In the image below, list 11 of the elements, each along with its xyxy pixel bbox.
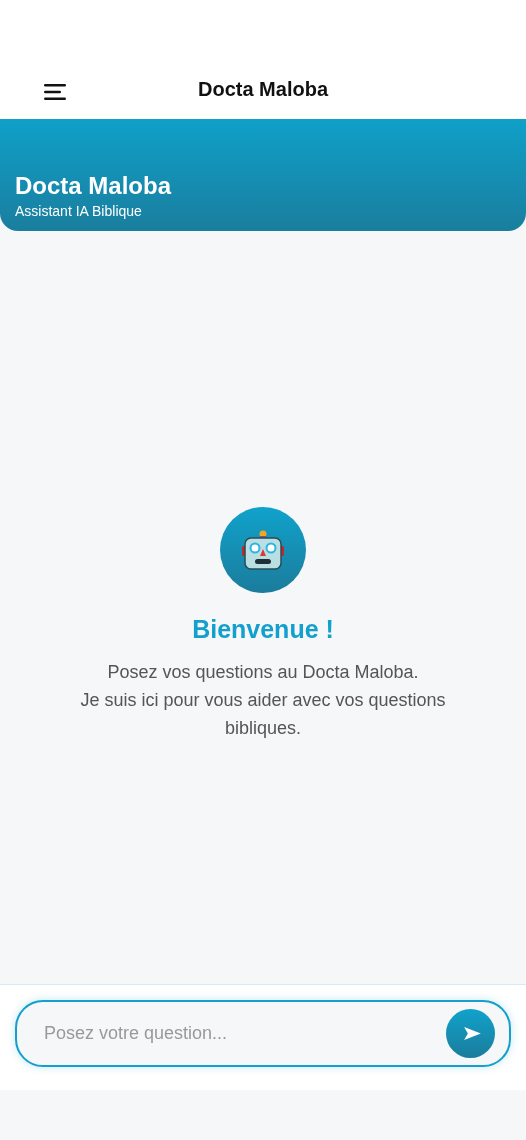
- app-title: Docta Maloba: [198, 78, 328, 101]
- send-button[interactable]: [446, 1009, 495, 1058]
- question-input[interactable]: Posez votre question...: [42, 1022, 446, 1045]
- menu-icon[interactable]: [44, 84, 66, 100]
- welcome-title: Bienvenue !: [192, 615, 334, 644]
- question-field[interactable]: Posez votre question...: [15, 1000, 511, 1067]
- header-subtitle: Assistant IA Biblique: [15, 203, 142, 219]
- welcome-message: Posez vos questions au Docta Maloba. Je suis ici pour vous aider avec vos questions bibliques.: [79, 661, 447, 740]
- robot-icon: [241, 530, 285, 570]
- send-icon: [463, 1027, 481, 1040]
- header-title: Docta Maloba: [15, 172, 172, 200]
